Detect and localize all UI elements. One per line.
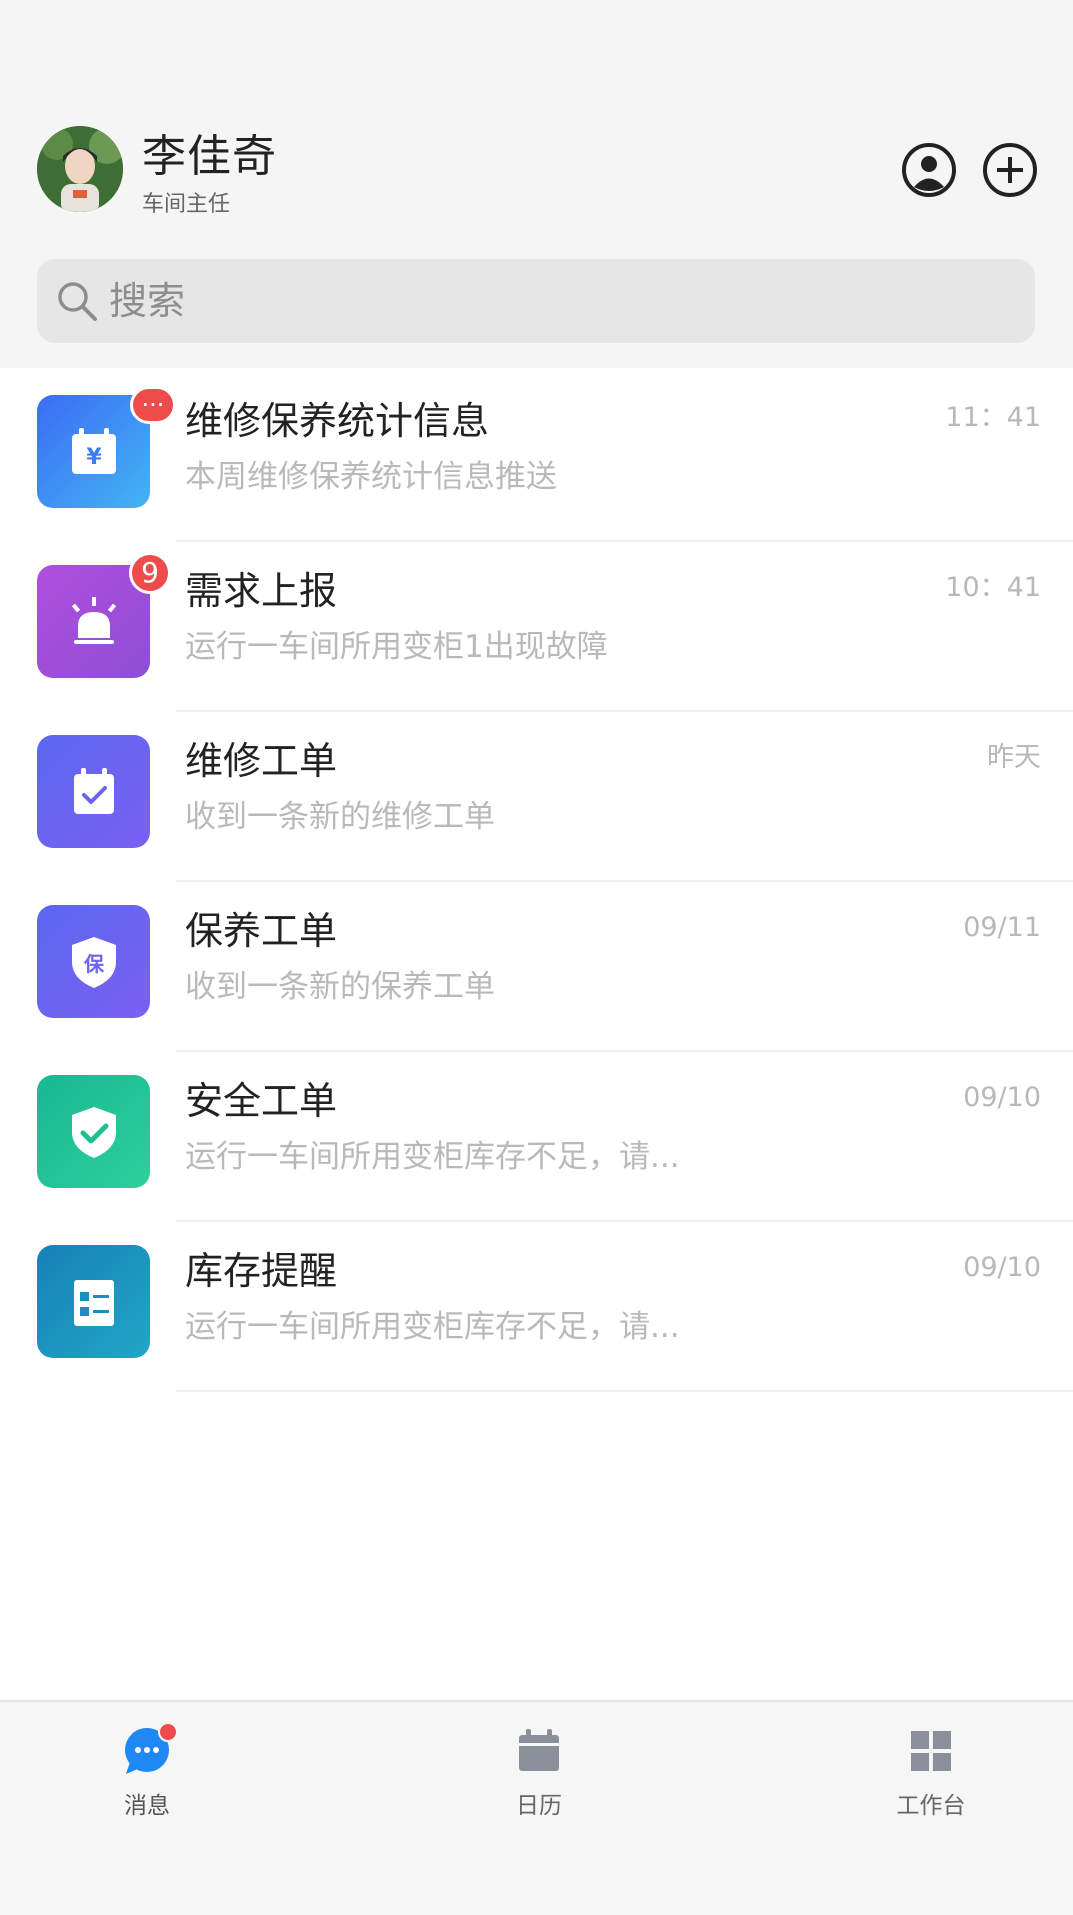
calendar-icon — [514, 1726, 564, 1776]
message-title: 需求上报 — [185, 569, 338, 613]
svg-text:¥: ¥ — [86, 445, 102, 470]
search-placeholder: 搜索 — [109, 279, 186, 323]
message-subtitle: 运行一车间所用变柜1出现故障 — [185, 629, 608, 665]
notification-dot — [158, 1722, 178, 1742]
message-time: 昨天 — [987, 742, 1041, 773]
calendar-check-icon — [37, 735, 150, 848]
message-time: 10：41 — [945, 572, 1041, 603]
tab-label: 消息 — [124, 1793, 170, 1819]
plus-circle-icon[interactable] — [982, 142, 1038, 198]
checklist-icon — [37, 1245, 150, 1358]
message-title: 维修保养统计信息 — [185, 399, 490, 443]
message-subtitle: 运行一车间所用变柜库存不足，请... — [185, 1309, 680, 1345]
user-circle-icon[interactable] — [901, 142, 957, 198]
tab-workbench[interactable]: 工作台 — [851, 1726, 1011, 1820]
shield-check-icon — [37, 1075, 150, 1188]
list-item[interactable]: 安全工单 运行一车间所用变柜库存不足，请... 09/10 — [0, 1052, 1073, 1222]
search-input[interactable]: 搜索 — [37, 259, 1035, 343]
tab-messages[interactable]: 消息 — [67, 1722, 227, 1820]
tab-calendar[interactable]: 日历 — [459, 1726, 619, 1820]
list-item[interactable]: 维修工单 收到一条新的维修工单 昨天 — [0, 712, 1073, 882]
list-item[interactable]: 库存提醒 运行一车间所用变柜库存不足，请... 09/10 — [0, 1222, 1073, 1392]
unread-badge: 9 — [129, 552, 171, 594]
message-title: 安全工单 — [185, 1079, 338, 1123]
message-title: 库存提醒 — [185, 1249, 338, 1293]
message-time: 11：41 — [945, 402, 1041, 433]
message-title: 保养工单 — [185, 909, 338, 953]
list-item[interactable]: 9 需求上报 运行一车间所用变柜1出现故障 10：41 — [0, 542, 1073, 712]
message-subtitle: 收到一条新的维修工单 — [185, 799, 495, 835]
chat-bubble-icon — [122, 1722, 178, 1776]
message-title: 维修工单 — [185, 739, 338, 783]
tab-bar: 消息 日历 工作台 — [0, 1700, 1073, 1915]
divider — [176, 1390, 1073, 1392]
message-subtitle: 运行一车间所用变柜库存不足，请... — [185, 1139, 680, 1175]
tab-label: 工作台 — [896, 1793, 966, 1819]
search-icon — [55, 279, 99, 323]
shield-bao-icon: 保 — [37, 905, 150, 1018]
message-time: 09/10 — [963, 1082, 1041, 1113]
grid-icon — [906, 1726, 956, 1776]
message-time: 09/11 — [963, 912, 1041, 943]
message-subtitle: 收到一条新的保养工单 — [185, 969, 495, 1005]
user-role: 车间主任 — [142, 192, 231, 217]
list-item[interactable]: 保 保养工单 收到一条新的保养工单 09/11 — [0, 882, 1073, 1052]
header-area: 李佳奇 车间主任 搜索 — [0, 0, 1073, 368]
message-list: ¥ ··· 维修保养统计信息 本周维修保养统计信息推送 11：41 9 需求上报… — [0, 372, 1073, 1392]
unread-badge: ··· — [130, 386, 176, 424]
svg-text:保: 保 — [83, 952, 105, 976]
avatar[interactable] — [37, 126, 123, 212]
user-name: 李佳奇 — [142, 131, 277, 182]
list-item[interactable]: ¥ ··· 维修保养统计信息 本周维修保养统计信息推送 11：41 — [0, 372, 1073, 542]
message-time: 09/10 — [963, 1252, 1041, 1283]
tab-label: 日历 — [516, 1793, 562, 1819]
message-subtitle: 本周维修保养统计信息推送 — [185, 459, 557, 495]
